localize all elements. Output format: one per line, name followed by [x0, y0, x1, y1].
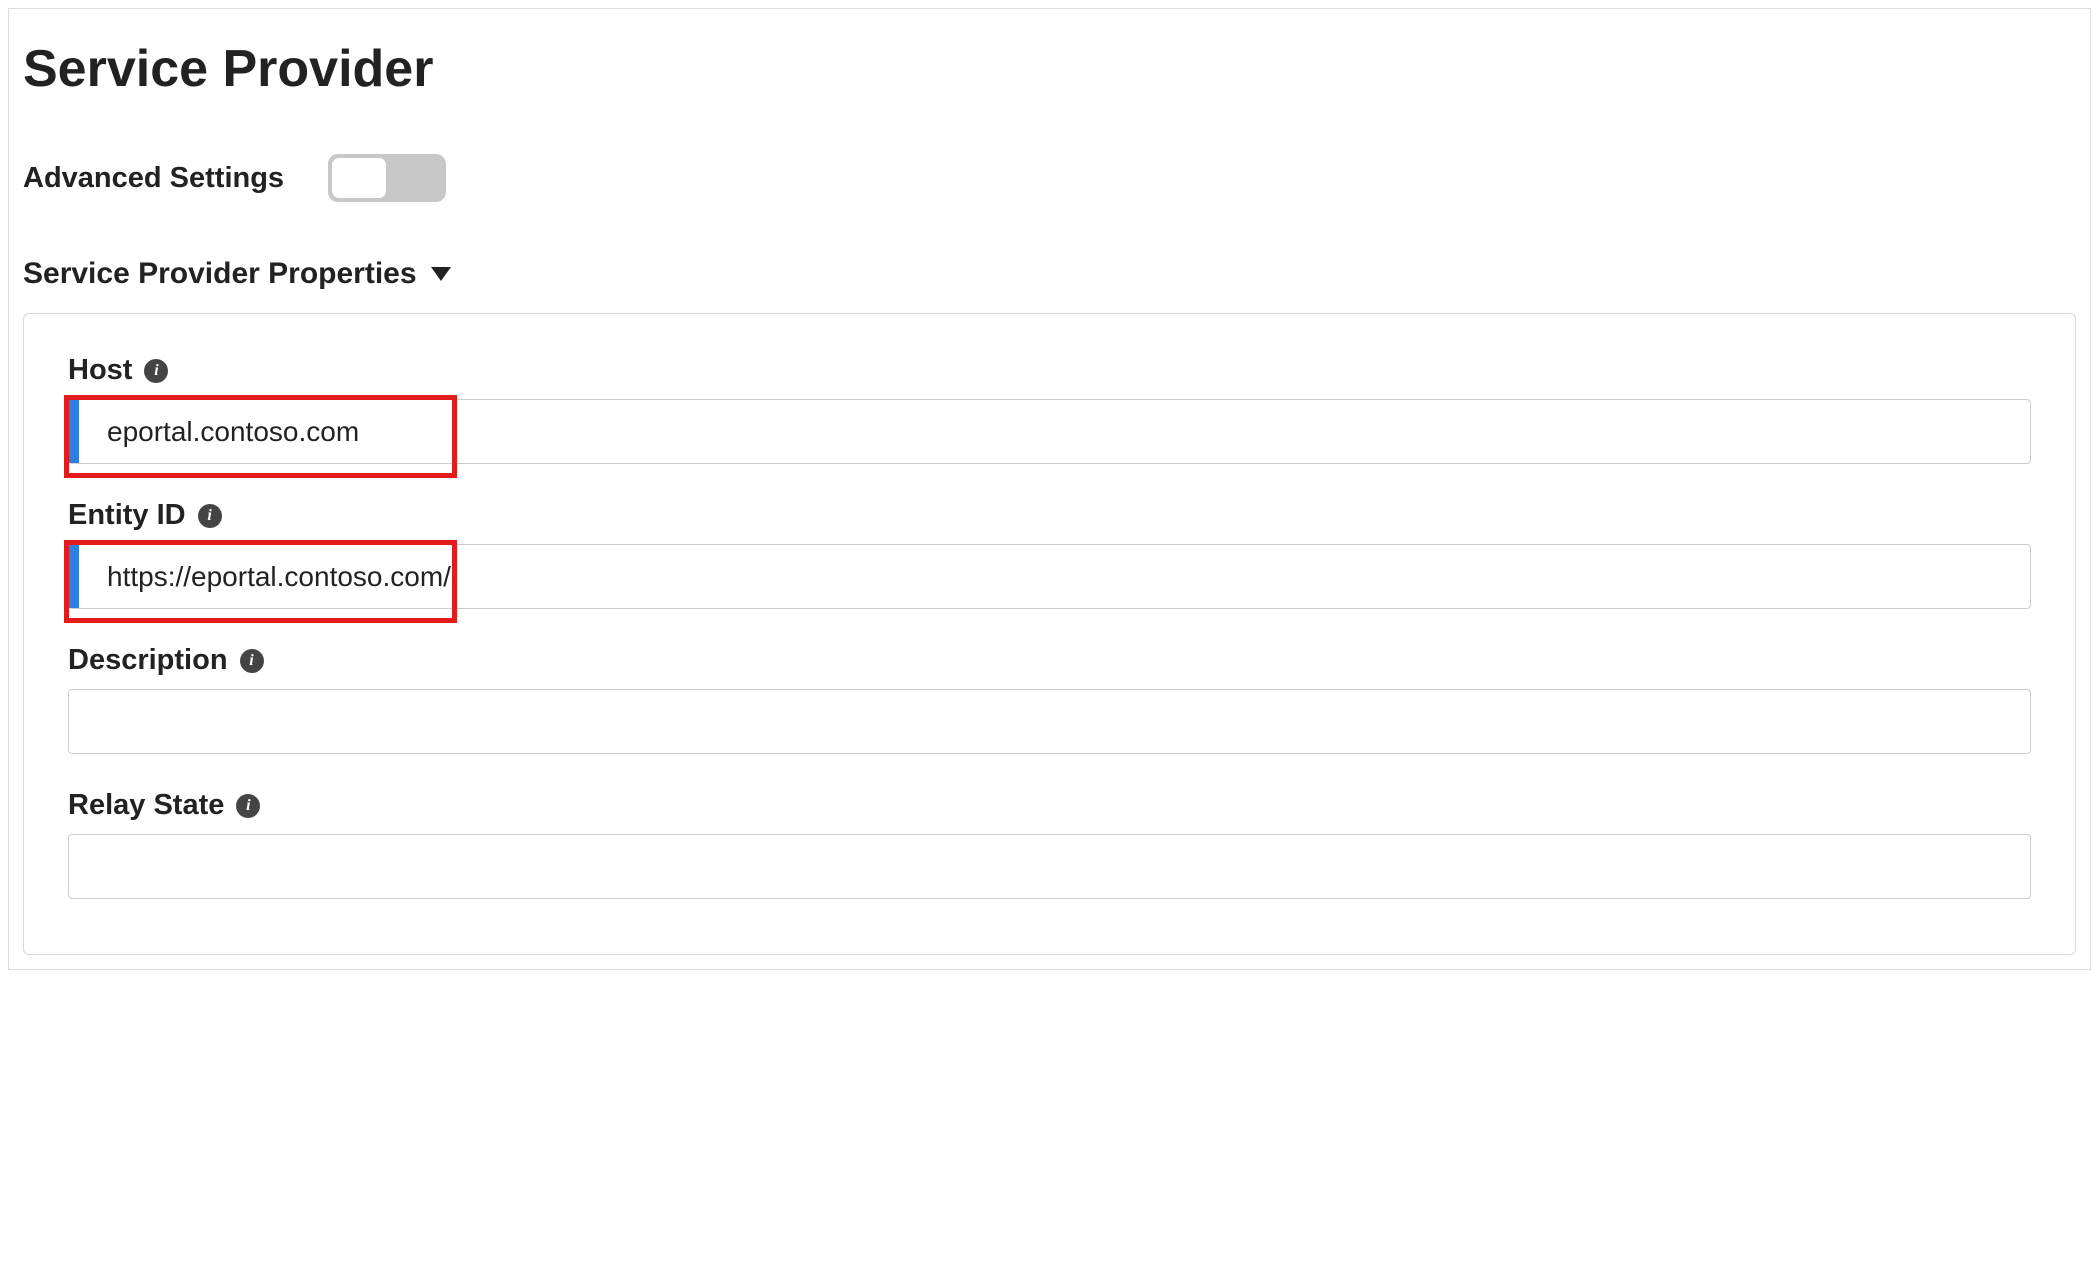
toggle-handle [332, 158, 386, 198]
field-group-host: Host i [68, 354, 2031, 464]
field-group-relay-state: Relay State i [68, 789, 2031, 899]
entity-id-input[interactable] [68, 544, 2031, 609]
host-input[interactable] [68, 399, 2031, 464]
label-relay-state: Relay State i [68, 789, 2031, 822]
service-provider-container: Service Provider Advanced Settings Servi… [8, 8, 2091, 970]
info-icon[interactable]: i [144, 359, 168, 383]
section-header-properties[interactable]: Service Provider Properties [23, 257, 2076, 291]
advanced-settings-row: Advanced Settings [23, 154, 2076, 202]
input-wrapper-host [68, 399, 2031, 464]
info-icon[interactable]: i [236, 794, 260, 818]
chevron-down-icon [431, 267, 451, 281]
input-wrapper-description [68, 689, 2031, 754]
label-relay-state-text: Relay State [68, 789, 224, 822]
field-group-description: Description i [68, 644, 2031, 754]
page-title: Service Provider [23, 39, 2076, 99]
description-input[interactable] [68, 689, 2031, 754]
input-wrapper-entity-id [68, 544, 2031, 609]
advanced-settings-toggle[interactable] [328, 154, 446, 202]
properties-panel: Host i Entity ID i Description i [23, 313, 2076, 955]
label-host: Host i [68, 354, 2031, 387]
label-entity-id: Entity ID i [68, 499, 2031, 532]
field-group-entity-id: Entity ID i [68, 499, 2031, 609]
info-icon[interactable]: i [240, 649, 264, 673]
label-host-text: Host [68, 354, 132, 387]
label-description: Description i [68, 644, 2031, 677]
relay-state-input[interactable] [68, 834, 2031, 899]
input-wrapper-relay-state [68, 834, 2031, 899]
info-icon[interactable]: i [198, 504, 222, 528]
advanced-settings-label: Advanced Settings [23, 162, 284, 195]
label-entity-id-text: Entity ID [68, 499, 186, 532]
section-header-text: Service Provider Properties [23, 257, 417, 291]
label-description-text: Description [68, 644, 228, 677]
